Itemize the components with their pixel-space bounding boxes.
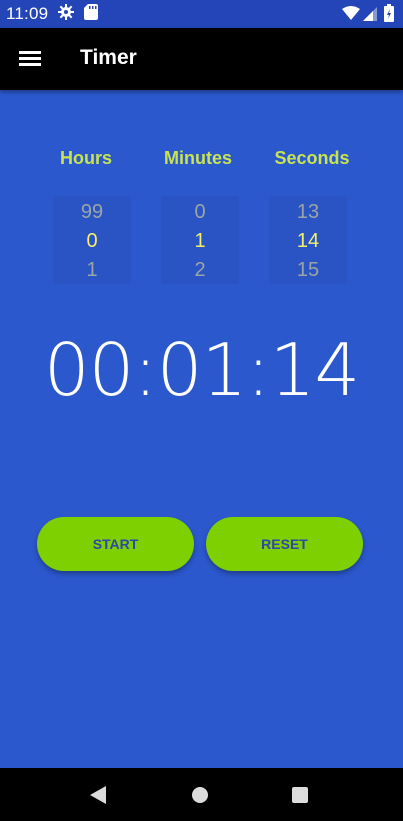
hours-prev-value[interactable]: 99 (53, 200, 131, 224)
app-bar: Timer (0, 28, 403, 90)
hours-current-value[interactable]: 0 (53, 229, 131, 253)
wifi-icon (342, 6, 360, 20)
seconds-prev-value[interactable]: 13 (269, 200, 347, 224)
reset-button[interactable]: RESET (206, 517, 363, 571)
navigation-bar (0, 768, 403, 821)
timer-display: 00:01:14 (43, 328, 360, 412)
battery-icon (384, 4, 394, 22)
hours-picker[interactable]: 99 0 1 (53, 196, 131, 284)
seconds-picker[interactable]: 13 14 15 (269, 196, 347, 284)
signal-icon (363, 7, 377, 21)
recents-icon[interactable] (292, 787, 308, 803)
minutes-prev-value[interactable]: 0 (161, 200, 239, 224)
minutes-next-value[interactable]: 2 (161, 258, 239, 282)
app-title: Timer (80, 46, 137, 69)
hours-label: Hours (59, 148, 112, 168)
gear-icon (58, 4, 74, 20)
minutes-picker[interactable]: 0 1 2 (161, 196, 239, 284)
hamburger-menu-icon[interactable] (19, 51, 41, 67)
hours-next-value[interactable]: 1 (53, 258, 131, 282)
status-bar: 11:09 (0, 0, 403, 28)
start-button[interactable]: START (37, 517, 194, 571)
seconds-label: Seconds (274, 148, 350, 168)
minutes-label: Minutes (163, 148, 232, 168)
home-icon[interactable] (192, 787, 208, 803)
seconds-next-value[interactable]: 15 (269, 258, 347, 282)
seconds-current-value[interactable]: 14 (269, 229, 347, 253)
minutes-current-value[interactable]: 1 (161, 229, 239, 253)
back-icon[interactable] (90, 786, 106, 804)
status-time: 11:09 (6, 4, 49, 23)
sd-card-icon (84, 4, 98, 20)
